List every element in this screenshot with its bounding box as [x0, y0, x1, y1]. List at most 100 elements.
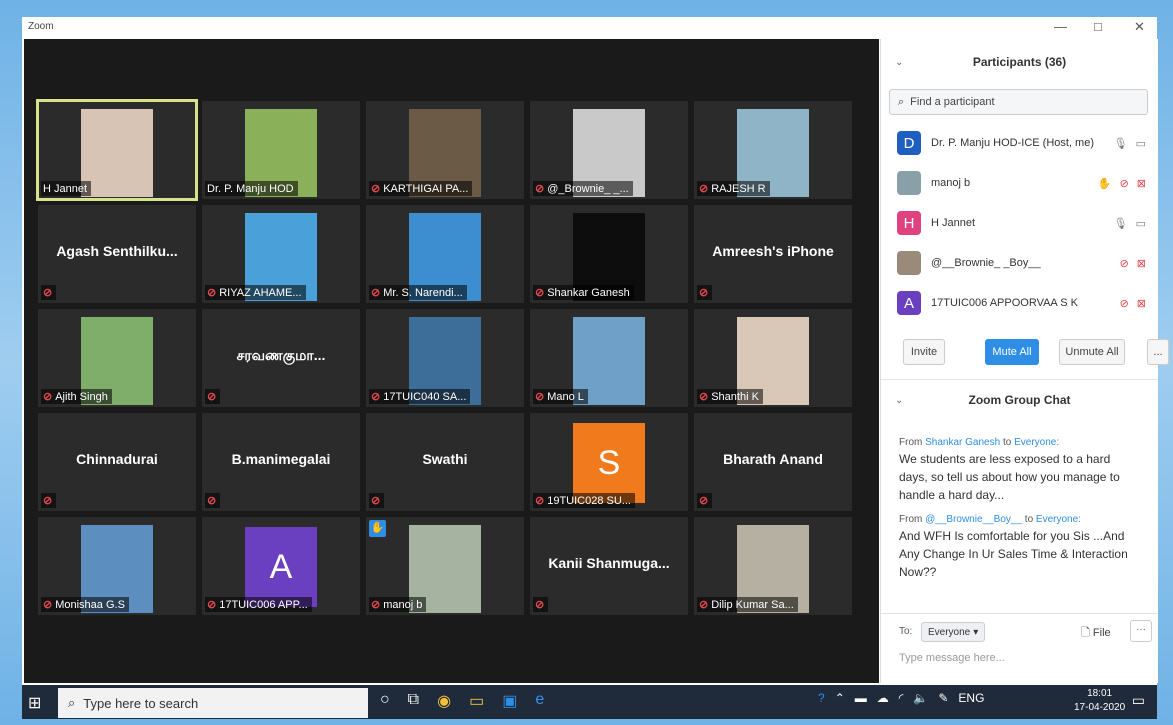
file-explorer-icon[interactable]: ▭ — [469, 691, 484, 711]
participant-tile[interactable]: ⊘ RIYAZ AHAME... — [202, 205, 360, 303]
participant-tile[interactable]: ⊘ KARTHIGAI PA... — [366, 101, 524, 199]
close-button[interactable]: ✕ — [1134, 19, 1145, 35]
participant-tile[interactable]: ⊘ Shankar Ganesh — [530, 205, 688, 303]
participant-tile[interactable]: Swathi ⊘ — [366, 413, 524, 511]
mic-muted-icon[interactable]: ⊘ — [1120, 177, 1129, 190]
participant-tile[interactable]: B.manimegalai ⊘ — [202, 413, 360, 511]
participant-tile[interactable]: Dr. P. Manju HOD — [202, 101, 360, 199]
camera-icon[interactable]: ▭ — [1136, 217, 1146, 230]
task-view-icon[interactable]: ⧉ — [408, 691, 419, 711]
participant-tile[interactable]: Agash Senthilku... ⊘ — [38, 205, 196, 303]
participant-tile[interactable]: Chinnadurai ⊘ — [38, 413, 196, 511]
participant-tile[interactable]: ⊘ Ajith Singh — [38, 309, 196, 407]
taskbar-search-box[interactable]: ⌕ Type here to search — [58, 688, 368, 718]
participant-name-label: ⊘ Mano L — [533, 389, 588, 404]
participant-row[interactable]: @__Brownie_ _Boy__ ⊘ ⊠ — [881, 243, 1158, 283]
participant-status: ⊘ — [41, 493, 57, 508]
participant-tile[interactable]: ⊘ Mr. S. Narendi... — [366, 205, 524, 303]
mic-icon[interactable]: 🎙 — [1114, 217, 1128, 230]
mic-muted-icon: ⊘ — [535, 183, 545, 195]
participant-tile[interactable]: Kanii Shanmuga... ⊘ — [530, 517, 688, 615]
notifications-icon[interactable]: ▭ — [1132, 692, 1145, 709]
participant-status-icons: 🎙 ▭ — [1114, 217, 1146, 230]
participant-status: ⊘ — [533, 597, 549, 612]
participant-name: RIYAZ AHAME... — [219, 286, 302, 299]
avatar — [897, 251, 921, 275]
participant-status-icons: ⊘ ⊠ — [1120, 257, 1146, 270]
edge-icon[interactable]: e — [535, 691, 544, 711]
participant-name: Shankar Ganesh — [547, 286, 630, 299]
maximize-button[interactable]: □ — [1094, 19, 1102, 34]
chrome-icon[interactable]: ◉ — [437, 691, 451, 711]
camera-off-icon[interactable]: ⊠ — [1137, 297, 1146, 310]
mute-all-button[interactable]: Mute All — [985, 339, 1039, 365]
participant-tile[interactable]: சரவணகுமா... ⊘ — [202, 309, 360, 407]
invite-button[interactable]: Invite — [903, 339, 945, 365]
mic-icon[interactable]: 🎙 — [1114, 137, 1128, 150]
recipient-select[interactable]: Everyone ▾ — [921, 622, 986, 642]
participant-name: Ajith Singh — [55, 390, 108, 403]
participant-tile[interactable]: Amreesh's iPhone ⊘ — [694, 205, 852, 303]
mic-muted-icon: ⊘ — [699, 599, 709, 611]
help-icon[interactable]: ? — [818, 691, 825, 705]
mic-muted-icon[interactable]: ⊘ — [1120, 297, 1129, 310]
file-button[interactable]: 🗋 File — [1081, 624, 1111, 643]
chat-more-button[interactable]: ··· — [1130, 620, 1152, 642]
chat-composer: To: Everyone ▾ 🗋 File ··· Type message h… — [881, 613, 1158, 684]
windows-start-icon[interactable]: ⊞ — [28, 693, 41, 713]
chat-to[interactable]: Everyone: — [1014, 437, 1059, 448]
minimize-button[interactable]: — — [1054, 19, 1067, 34]
participant-tile[interactable]: S ⊘ 19TUIC028 SU... — [530, 413, 688, 511]
pen-icon[interactable]: ✎ — [938, 691, 948, 705]
chat-to[interactable]: Everyone: — [1036, 514, 1081, 525]
chat-messages: From Shankar Ganesh to Everyone: We stude… — [899, 437, 1139, 591]
participant-row[interactable]: A 17TUIC006 APPOORVAA S K ⊘ ⊠ — [881, 283, 1158, 323]
participant-row[interactable]: D Dr. P. Manju HOD-ICE (Host, me) 🎙 ▭ — [881, 123, 1158, 163]
participant-row[interactable]: HH Jannet 🎙 ▭ — [881, 203, 1158, 243]
camera-icon[interactable]: ▭ — [1136, 137, 1146, 150]
chevron-up-icon[interactable]: ⌃ — [835, 691, 845, 705]
wifi-icon[interactable]: ◜ — [899, 691, 904, 705]
more-options-button[interactable]: ... — [1147, 339, 1169, 365]
chat-message-header: From Shankar Ganesh to Everyone: — [899, 437, 1139, 448]
chat-from[interactable]: @__Brownie__Boy__ — [925, 514, 1022, 525]
participant-search-input[interactable]: ⌕ Find a participant — [889, 89, 1148, 115]
participant-name: 17TUIC006 APP... — [219, 598, 308, 611]
participant-status: ⊘ — [697, 493, 713, 508]
network-icon[interactable]: ▬ — [855, 691, 867, 705]
clock[interactable]: 18:01 17-04-2020 — [1074, 687, 1125, 715]
cortana-icon[interactable]: ○ — [380, 691, 390, 711]
participant-tile[interactable]: ⊘ manoj b ✋ — [366, 517, 524, 615]
participant-tile[interactable]: ⊘ RAJESH R — [694, 101, 852, 199]
participant-row[interactable]: manoj b ✋ ⊘ ⊠ — [881, 163, 1158, 203]
zoom-window: Zoom — □ ✕ H Jannet Dr. P. Manju HOD ⊘ KART… — [22, 17, 1169, 685]
participant-tile[interactable]: ⊘ @_Brownie_ _... — [530, 101, 688, 199]
participant-tile[interactable]: ⊘ Dilip Kumar Sa... — [694, 517, 852, 615]
language-indicator[interactable]: ENG — [958, 691, 984, 705]
camera-off-icon[interactable]: ⊠ — [1137, 257, 1146, 270]
chat-message-input[interactable]: Type message here... — [899, 652, 1005, 664]
side-panel: ⌄ Participants (36) ⌕ Find a participant… — [880, 39, 1169, 684]
chat-from[interactable]: Shankar Ganesh — [925, 437, 1000, 448]
unmute-all-button[interactable]: Unmute All — [1059, 339, 1125, 365]
participant-display-name: Chinnadurai — [76, 451, 158, 467]
zoom-app-icon[interactable]: ▣ — [502, 691, 517, 711]
mic-muted-icon[interactable]: ⊘ — [1120, 257, 1129, 270]
participant-tile[interactable]: A ⊘ 17TUIC006 APP... — [202, 517, 360, 615]
volume-icon[interactable]: 🔈 — [913, 691, 928, 705]
participant-name-label: ⊘ @_Brownie_ _... — [533, 181, 633, 196]
participant-tile[interactable]: ⊘ 17TUIC040 SA... — [366, 309, 524, 407]
search-icon: ⌕ — [898, 95, 905, 108]
participant-tile[interactable]: H Jannet — [36, 99, 198, 201]
participant-tile[interactable]: ⊘ Mano L — [530, 309, 688, 407]
participant-tile[interactable]: Bharath Anand ⊘ — [694, 413, 852, 511]
participant-tile[interactable]: ⊘ Monishaa G.S — [38, 517, 196, 615]
taskbar-search-placeholder: Type here to search — [83, 695, 199, 711]
participant-status: ⊘ — [369, 493, 385, 508]
cloud-icon[interactable]: ☁ — [877, 691, 889, 705]
participant-tile[interactable]: ⊘ Shanthi K — [694, 309, 852, 407]
participant-name: 17TUIC040 SA... — [383, 390, 467, 403]
participant-name-label: ⊘ KARTHIGAI PA... — [369, 181, 473, 196]
mic-muted-icon: ⊘ — [535, 495, 545, 507]
camera-off-icon[interactable]: ⊠ — [1137, 177, 1146, 190]
